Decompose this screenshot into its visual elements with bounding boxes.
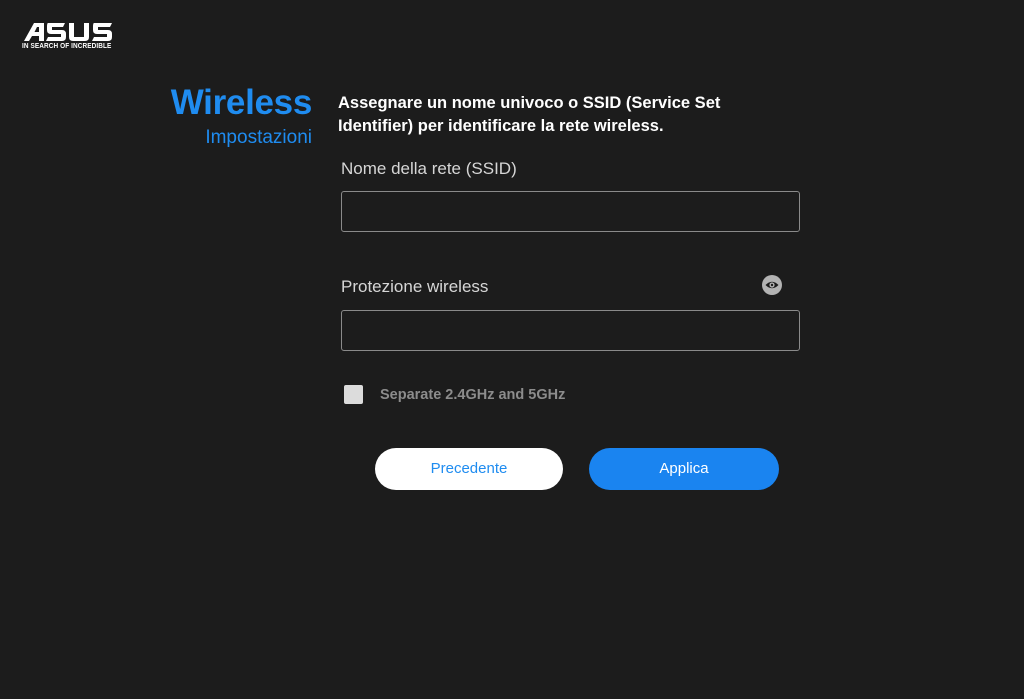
ssid-description: Assegnare un nome univoco o SSID (Servic… [338,94,721,135]
security-key-input[interactable] [341,310,800,351]
eye-icon[interactable] [762,275,782,295]
setup-page: IN SEARCH OF INCREDIBLE Wireless Imposta… [0,0,1024,699]
ssid-input[interactable] [341,191,800,232]
asus-logo: IN SEARCH OF INCREDIBLE [22,22,118,56]
apply-button[interactable]: Applica [589,448,779,490]
page-heading: Wireless Impostazioni [170,82,313,150]
ssid-field-label: Nome della rete (SSID) [341,159,517,178]
security-field-label: Protezione wireless [341,277,489,296]
logo-tagline: IN SEARCH OF INCREDIBLE [22,43,112,50]
back-button[interactable]: Precedente [375,448,563,490]
asus-wordmark-icon [24,23,112,41]
page-title: Wireless [170,83,313,122]
separate-bands-checkbox[interactable] [344,385,363,404]
content-area: Assegnare un nome univoco o SSID (Servic… [338,92,808,138]
page-subtitle: Impostazioni [205,127,312,148]
separate-bands-label: Separate 2.4GHz and 5GHz [380,387,566,403]
